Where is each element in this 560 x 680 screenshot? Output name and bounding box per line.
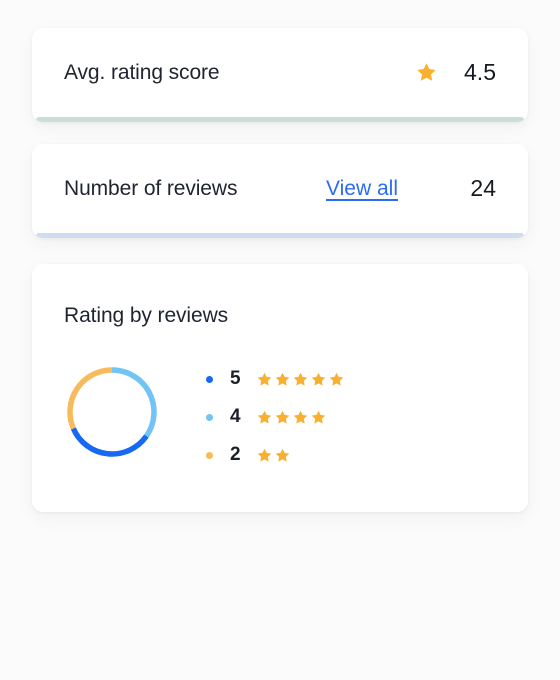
star-icon	[275, 448, 290, 462]
legend-score-label: 2	[230, 444, 241, 465]
legend-dot-icon	[206, 451, 213, 459]
star-icon	[293, 372, 308, 386]
rating-donut-chart	[62, 362, 162, 462]
legend-dot-icon	[206, 413, 213, 421]
legend-dot-icon	[206, 375, 213, 383]
legend-score-label: 5	[230, 368, 241, 389]
avg-rating-row: Avg. rating score 4.5	[32, 28, 528, 117]
avg-rating-label: Avg. rating score	[64, 60, 220, 84]
number-of-reviews-value: 24	[470, 175, 496, 201]
avg-rating-card: Avg. rating score 4.5	[32, 28, 528, 122]
star-icon	[275, 372, 290, 386]
donut-segment-5-star	[70, 427, 149, 457]
legend-score-label: 4	[230, 406, 241, 427]
star-icon	[257, 448, 272, 462]
view-all-link[interactable]: View all	[326, 177, 398, 201]
star-icon	[257, 372, 272, 386]
star-icon	[275, 410, 290, 424]
star-icon	[311, 410, 326, 424]
number-of-reviews-card: Number of reviews View all 24	[32, 144, 528, 238]
avg-rating-accent-bar	[36, 117, 524, 122]
reviews-panel: Avg. rating score 4.5 Number of reviews …	[0, 0, 560, 680]
legend-star-rating	[256, 371, 345, 388]
legend-row: 4	[206, 398, 345, 436]
star-icon	[329, 372, 344, 386]
number-of-reviews-row: Number of reviews View all 24	[32, 144, 528, 233]
rating-legend: 5 4 2	[206, 360, 345, 474]
star-icon	[293, 410, 308, 424]
legend-star-rating	[256, 447, 291, 464]
rating-by-reviews-body: 5 4 2	[32, 328, 528, 474]
card-gap	[32, 122, 528, 144]
legend-star-rating	[256, 409, 327, 426]
donut-segment-4-star	[111, 367, 157, 438]
avg-rating-value: 4.5	[464, 59, 496, 85]
number-of-reviews-label: Number of reviews	[64, 176, 238, 200]
star-icon	[311, 372, 326, 386]
star-icon	[257, 410, 272, 424]
donut-segment-2-star	[67, 367, 113, 430]
legend-row: 2	[206, 436, 345, 474]
card-gap	[32, 238, 528, 264]
rating-by-reviews-title: Rating by reviews	[64, 304, 229, 327]
star-icon	[415, 61, 438, 84]
legend-row: 5	[206, 360, 345, 398]
number-of-reviews-accent-bar	[36, 233, 524, 238]
rating-by-reviews-card: Rating by reviews 5 4 2	[32, 264, 528, 512]
